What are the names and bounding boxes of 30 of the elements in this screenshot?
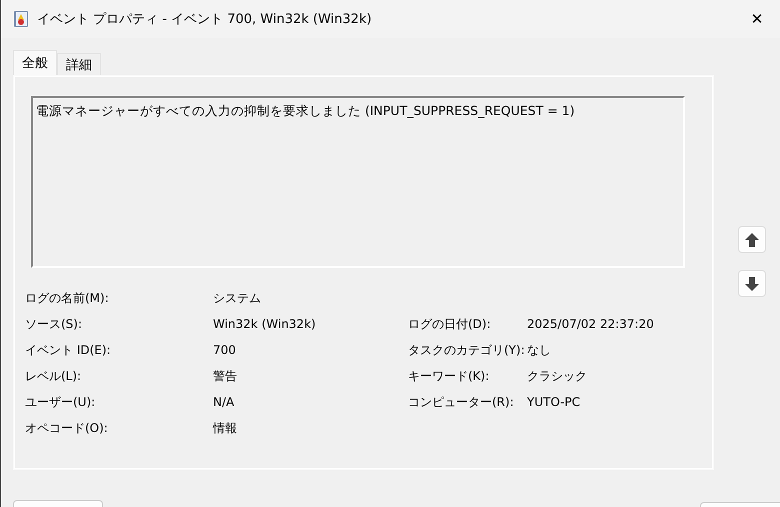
previous-button[interactable] bbox=[738, 226, 766, 253]
field-label: ソース(S): bbox=[25, 316, 84, 332]
field-label: ユーザー(U): bbox=[25, 394, 96, 410]
event-log-icon bbox=[13, 10, 29, 28]
next-button[interactable] bbox=[738, 270, 766, 297]
field-label: タスクのカテゴリ(Y): bbox=[408, 342, 526, 358]
field-value: システム bbox=[213, 290, 262, 306]
down-arrow-icon bbox=[744, 276, 760, 292]
field-value: YUTO-PC bbox=[527, 395, 582, 409]
tab[interactable]: 全般 bbox=[13, 50, 57, 75]
field-value: 2025/07/02 22:37:20 bbox=[527, 317, 655, 331]
field-label: レベル(L): bbox=[25, 368, 82, 384]
field-value: Win32k (Win32k) bbox=[213, 317, 317, 331]
field-label: キーワード(K): bbox=[408, 368, 490, 384]
field-label: イベント ID(E): bbox=[25, 342, 112, 358]
field-value: 情報 bbox=[213, 420, 238, 436]
close-button[interactable]: ✕ bbox=[734, 0, 780, 38]
up-arrow-icon bbox=[744, 232, 760, 248]
field-value: クラシック bbox=[527, 368, 588, 384]
event-message: 電源マネージャーがすべての入力の抑制を要求しました (INPUT_SUPPRESS_REQUEST = 1) bbox=[36, 103, 575, 118]
field-value: 警告 bbox=[213, 368, 238, 384]
field-label: ログの名前(M): bbox=[25, 290, 110, 306]
field-label: コンピューター(R): bbox=[408, 394, 515, 410]
field-value: 700 bbox=[213, 343, 237, 357]
tab[interactable]: 詳細 bbox=[57, 53, 101, 75]
window-title: イベント プロパティ - イベント 700, Win32k (Win32k) bbox=[37, 11, 373, 28]
field-value: N/A bbox=[213, 395, 236, 409]
field-label: ログの日付(D): bbox=[408, 316, 492, 332]
field-value: なし bbox=[527, 342, 552, 358]
field-label: オペコード(O): bbox=[25, 420, 109, 436]
